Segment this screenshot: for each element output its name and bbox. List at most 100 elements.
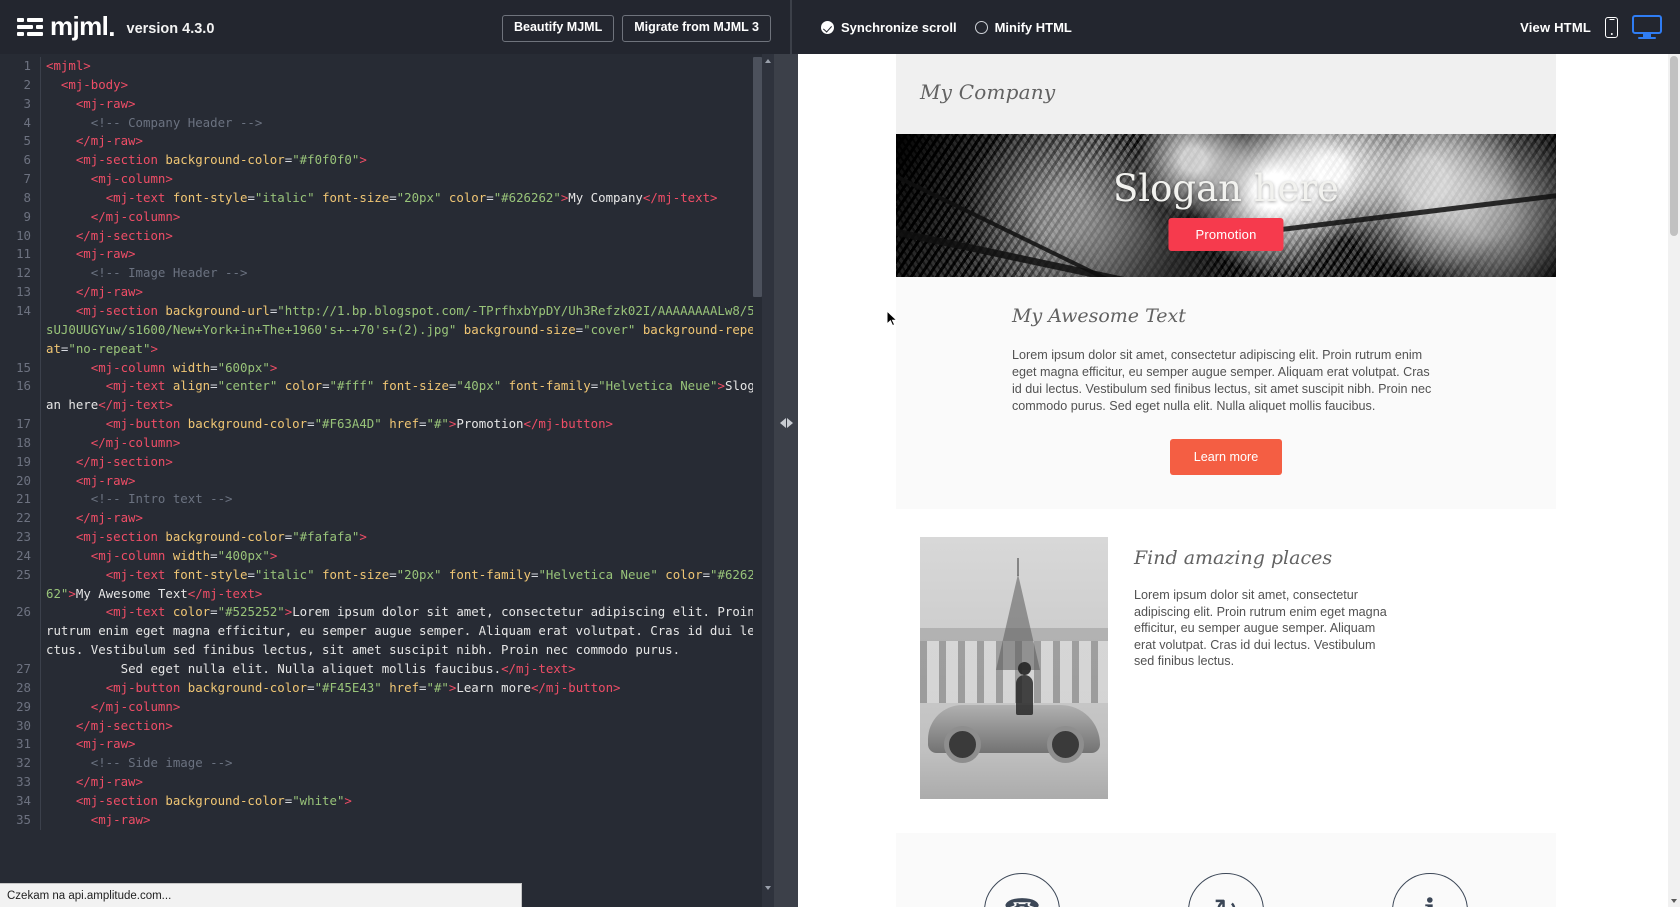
code-text[interactable]: <mj-section background-color="#fafafa"> [46,528,756,547]
code-text[interactable]: <mj-body> [46,76,756,95]
code-text[interactable]: </mj-raw> [46,283,756,302]
code-text[interactable]: <mjml> [46,57,756,76]
code-line[interactable]: 35 <mj-raw> [0,810,756,830]
preview-scrollbar-thumb[interactable] [1670,56,1678,236]
pane-splitter[interactable] [774,54,798,907]
code-text[interactable]: <mj-raw> [46,735,756,754]
code-text[interactable]: <!-- Image Header --> [46,264,756,283]
splitter-drag-handle[interactable] [774,414,798,432]
code-text[interactable]: <mj-raw> [46,245,756,264]
code-line[interactable]: 7 <mj-column> [0,170,756,189]
code-line[interactable]: 32 <!-- Side image --> [0,754,756,774]
preview-scroll-down-button[interactable] [1668,894,1680,907]
code-text[interactable]: </mj-raw> [46,773,756,792]
code-line[interactable]: 11 <mj-raw> [0,245,756,265]
code-text[interactable]: <mj-text font-style="italic" font-size="… [46,189,756,208]
code-text[interactable]: </mj-raw> [46,132,756,151]
code-line[interactable]: 31 <mj-raw> [0,735,756,755]
mjml-code-editor[interactable]: 1 <mjml> 2 <mj-body> 3 <mj-raw> 4 <!-- Compa… [0,54,774,907]
code-line[interactable]: 22 </mj-raw> [0,509,756,529]
gutter-divider [40,188,41,208]
view-html-label[interactable]: View HTML [1520,20,1591,35]
code-text[interactable]: </mj-column> [46,434,756,453]
editor-scroll-down-button[interactable] [762,881,774,894]
code-text[interactable]: </mj-section> [46,717,756,736]
beautify-mjml-button[interactable]: Beautify MJML [502,15,615,42]
learn-more-button[interactable]: Learn more [1170,439,1282,475]
code-line[interactable]: 17 <mj-button background-color="#F63A4D"… [0,415,756,434]
code-text[interactable]: </mj-section> [46,453,756,472]
code-line[interactable]: 1 <mjml> [0,57,756,76]
code-line[interactable]: 19 </mj-section> [0,452,756,472]
code-line[interactable]: 13 </mj-raw> [0,283,756,302]
code-text[interactable]: <mj-text align="center" color="#fff" fon… [46,377,756,415]
awesome-title-text: My Awesome Text [1012,305,1186,327]
code-line[interactable]: 5 </mj-raw> [0,132,756,152]
code-line[interactable]: 28 <mj-button background-color="#F45E43"… [0,678,756,698]
code-text[interactable]: <mj-column width="600px"> [46,359,756,378]
code-line[interactable]: 23 <mj-section background-color="#fafafa… [0,528,756,547]
code-line[interactable]: 12 <!-- Image Header --> [0,264,756,284]
code-line[interactable]: 25 <mj-text font-style="italic" font-siz… [0,565,756,604]
code-line[interactable]: 3 <mj-raw> [0,94,756,114]
code-text[interactable]: <mj-button background-color="#F63A4D" hr… [46,415,756,434]
migrate-from-mjml3-button[interactable]: Migrate from MJML 3 [622,15,771,42]
code-line[interactable]: 26 <mj-text color="#525252">Lorem ipsum … [0,603,756,660]
code-line[interactable]: 30 </mj-section> [0,716,756,736]
chevron-left-icon[interactable] [779,418,786,428]
code-line[interactable]: 33 </mj-raw> [0,773,756,792]
desktop-monitor-icon[interactable] [1632,14,1662,40]
synchronize-scroll-option[interactable]: Synchronize scroll [821,20,957,35]
code-line[interactable]: 8 <mj-text font-style="italic" font-size… [0,188,756,208]
code-text[interactable]: </mj-raw> [46,509,756,528]
code-text[interactable]: </mj-column> [46,698,756,717]
code-text[interactable]: <mj-column width="400px"> [46,547,756,566]
editor-scrollbar-thumb[interactable] [753,57,762,297]
code-text[interactable]: <mj-raw> [46,472,756,491]
code-line[interactable]: 18 </mj-column> [0,433,756,453]
code-text[interactable]: <!-- Side image --> [46,754,756,773]
code-text[interactable]: <!-- Intro text --> [46,490,756,509]
code-text[interactable]: <mj-text font-style="italic" font-size="… [46,566,756,604]
minify-html-option[interactable]: Minify HTML [974,20,1072,35]
code-line[interactable]: 16 <mj-text align="center" color="#fff" … [0,377,756,416]
code-text[interactable]: <mj-section background-color="#f0f0f0"> [46,151,756,170]
preview-vertical-scrollbar[interactable] [1668,54,1680,907]
code-line[interactable]: 20 <mj-raw> [0,471,756,491]
code-line[interactable]: 14 <mj-section background-url="http://1.… [0,301,756,359]
editor-scroll-up-button[interactable] [762,54,774,67]
code-text[interactable]: <mj-raw> [46,95,756,114]
code-lines-container[interactable]: 1 <mjml> 2 <mj-body> 3 <mj-raw> 4 <!-- Compa… [0,54,756,907]
code-line[interactable]: 27 Sed eget nulla elit. Nulla aliquet mo… [0,660,756,679]
code-line[interactable]: 24 <mj-column width="400px"> [0,546,756,566]
line-number: 33 [16,774,31,790]
code-line[interactable]: 29 </mj-column> [0,697,756,717]
editor-vertical-scrollbar[interactable] [753,54,762,907]
code-line[interactable]: 2 <mj-body> [0,75,756,95]
editor-scrollbar-track[interactable] [762,54,774,907]
code-line[interactable]: 6 <mj-section background-color="#f0f0f0"… [0,151,756,171]
radio-unchecked-icon[interactable] [974,20,988,34]
code-text[interactable]: <mj-raw> [46,811,756,830]
code-line[interactable]: 10 </mj-section> [0,226,756,246]
code-line[interactable]: 34 <mj-section background-color="white"> [0,791,756,811]
code-text[interactable]: <!-- Company Header --> [46,114,756,133]
promotion-button[interactable]: Promotion [1168,218,1284,251]
code-text[interactable]: <mj-section background-color="white"> [46,792,756,811]
mobile-phone-icon[interactable] [1605,16,1618,38]
code-text[interactable]: </mj-column> [46,208,756,227]
code-text[interactable]: <mj-text color="#525252">Lorem ipsum dol… [46,603,756,660]
code-text[interactable]: <mj-section background-url="http://1.bp.… [46,302,756,359]
code-text[interactable]: <mj-column> [46,170,756,189]
radio-checked-icon[interactable] [821,20,834,34]
email-preview-pane[interactable]: My Company Slogan here Promotion My Awes… [798,54,1680,907]
code-text[interactable]: Sed eget nulla elit. Nulla aliquet molli… [46,660,756,679]
code-text[interactable]: </mj-section> [46,227,756,246]
chevron-right-icon[interactable] [786,418,793,428]
code-line[interactable]: 9 </mj-column> [0,207,756,227]
code-text[interactable]: <mj-button background-color="#F45E43" hr… [46,679,756,698]
code-line[interactable]: 4 <!-- Company Header --> [0,113,756,133]
gutter-divider [40,301,41,359]
code-line[interactable]: 15 <mj-column width="600px"> [0,358,756,378]
code-line[interactable]: 21 <!-- Intro text --> [0,490,756,510]
